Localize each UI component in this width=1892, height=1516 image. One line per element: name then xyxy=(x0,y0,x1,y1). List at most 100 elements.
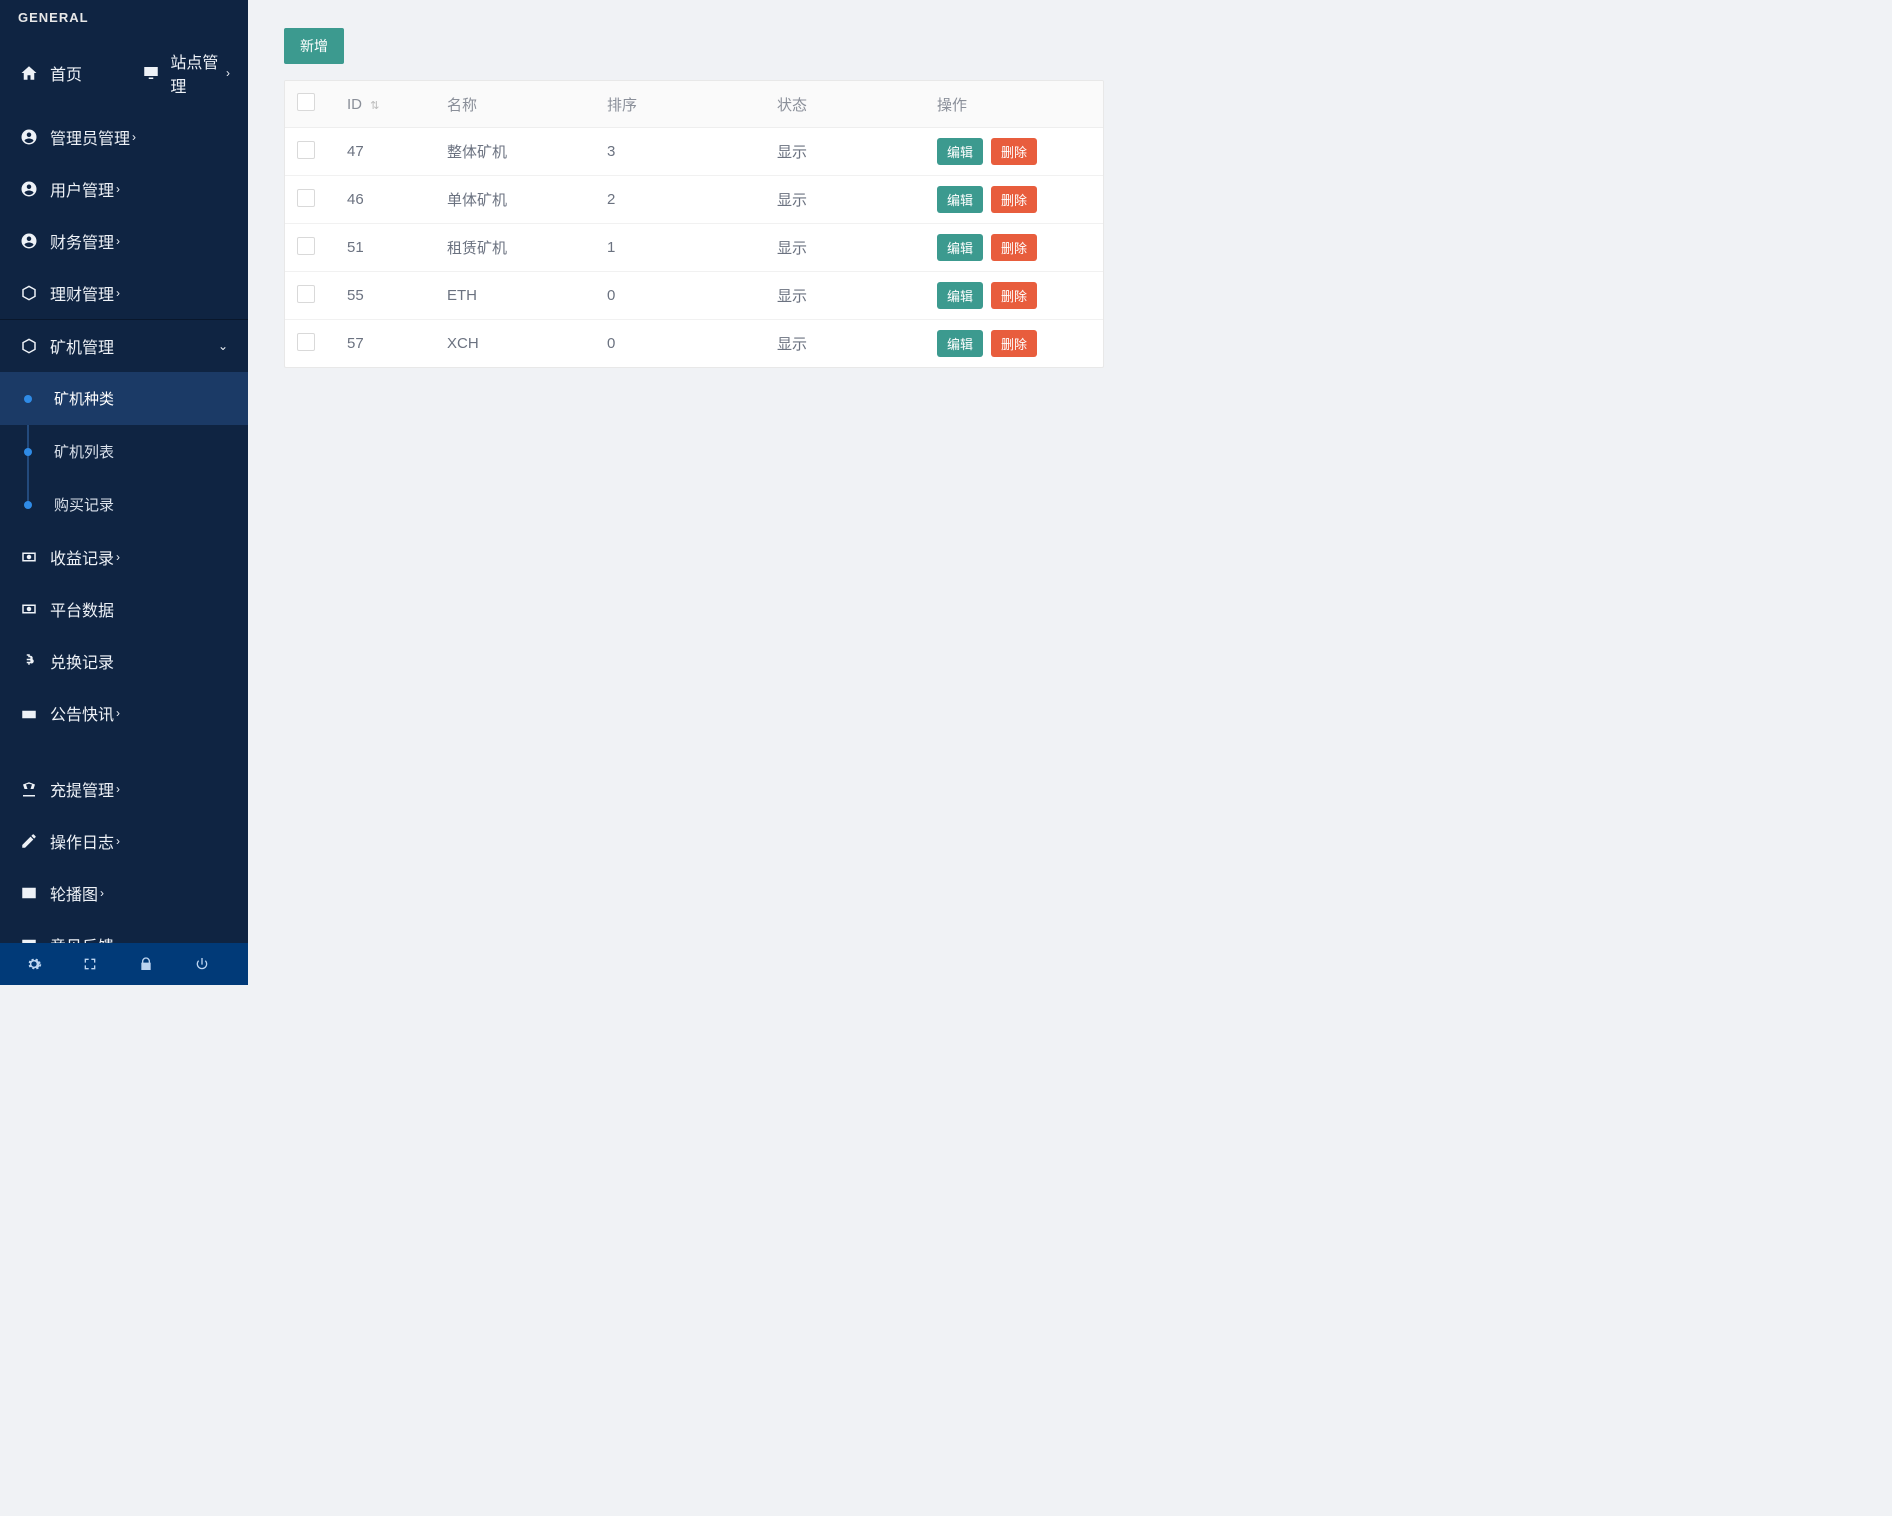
cell-ops: 编辑删除 xyxy=(925,224,1103,272)
cell-ops: 编辑删除 xyxy=(925,320,1103,368)
cell-id: 51 xyxy=(335,224,435,272)
chevron-right-icon: › xyxy=(132,130,136,144)
chevron-right-icon: › xyxy=(116,706,120,720)
cell-sort: 0 xyxy=(595,272,765,320)
cell-status: 显示 xyxy=(765,176,925,224)
th-status: 状态 xyxy=(765,81,925,128)
nav-mining-manage[interactable]: 矿机管理 ⌄ xyxy=(0,320,248,372)
cell-name: 单体矿机 xyxy=(435,176,595,224)
sidebar-subitem[interactable]: 购买记录 xyxy=(0,478,248,531)
chevron-right-icon: › xyxy=(116,182,120,196)
nav-home[interactable]: 首页 xyxy=(0,35,124,111)
nav-item[interactable]: 财务管理› xyxy=(0,215,248,267)
cell-ops: 编辑删除 xyxy=(925,272,1103,320)
sidebar-footer xyxy=(0,943,248,985)
cell-id: 46 xyxy=(335,176,435,224)
edit-button[interactable]: 编辑 xyxy=(937,234,983,261)
nav-item[interactable]: 充提管理› xyxy=(0,763,248,815)
delete-button[interactable]: 删除 xyxy=(991,330,1037,357)
chevron-right-icon: › xyxy=(100,886,104,900)
chevron-right-icon: › xyxy=(116,834,120,848)
cell-name: XCH xyxy=(435,320,595,368)
cell-status: 显示 xyxy=(765,128,925,176)
image-icon xyxy=(18,936,40,943)
nav-item[interactable]: 理财管理› xyxy=(0,267,248,319)
nav-item[interactable]: 管理员管理› xyxy=(0,111,248,163)
cell-id: 57 xyxy=(335,320,435,368)
cell-status: 显示 xyxy=(765,224,925,272)
power-icon[interactable] xyxy=(192,956,212,972)
delete-button[interactable]: 删除 xyxy=(991,186,1037,213)
sidebar-subitem[interactable]: 矿机列表 xyxy=(0,425,248,478)
table-row: 51租赁矿机1显示编辑删除 xyxy=(285,224,1103,272)
th-sort: 排序 xyxy=(595,81,765,128)
cell-name: ETH xyxy=(435,272,595,320)
lock-icon[interactable] xyxy=(136,956,156,972)
delete-button[interactable]: 删除 xyxy=(991,138,1037,165)
window-icon xyxy=(18,704,40,722)
mining-submenu: 矿机种类矿机列表购买记录 xyxy=(0,372,248,531)
nav-site-manage[interactable]: 站点管理 › xyxy=(124,35,248,111)
chevron-right-icon: › xyxy=(116,286,120,300)
nav-label: 用户管理 xyxy=(50,177,114,201)
nav-item[interactable]: 公告快讯› xyxy=(0,687,248,739)
row-checkbox[interactable] xyxy=(297,141,315,159)
image-icon xyxy=(18,884,40,902)
sort-icon: ⇅ xyxy=(370,100,379,112)
cell-name: 租赁矿机 xyxy=(435,224,595,272)
nav-item[interactable]: 操作日志› xyxy=(0,815,248,867)
th-name: 名称 xyxy=(435,81,595,128)
edit-button[interactable]: 编辑 xyxy=(937,138,983,165)
row-checkbox[interactable] xyxy=(297,237,315,255)
chevron-right-icon: › xyxy=(226,66,230,80)
table-row: 46单体矿机2显示编辑删除 xyxy=(285,176,1103,224)
sidebar-subitem[interactable]: 矿机种类 xyxy=(0,372,248,425)
nav-label: 站点管理 xyxy=(170,49,224,97)
cell-sort: 1 xyxy=(595,224,765,272)
user-circle-icon xyxy=(18,180,40,198)
cell-sort: 3 xyxy=(595,128,765,176)
table-row: 57XCH0显示编辑删除 xyxy=(285,320,1103,368)
cell-sort: 2 xyxy=(595,176,765,224)
edit-button[interactable]: 编辑 xyxy=(937,330,983,357)
row-checkbox[interactable] xyxy=(297,333,315,351)
nav-item[interactable]: 收益记录› xyxy=(0,531,248,583)
row-checkbox[interactable] xyxy=(297,189,315,207)
cell-name: 整体矿机 xyxy=(435,128,595,176)
table-row: 55ETH0显示编辑删除 xyxy=(285,272,1103,320)
user-circle-icon xyxy=(18,128,40,146)
delete-button[interactable]: 删除 xyxy=(991,282,1037,309)
cell-ops: 编辑删除 xyxy=(925,128,1103,176)
nav-item[interactable]: 兑换记录 xyxy=(0,635,248,687)
nav-label: 充提管理 xyxy=(50,777,114,801)
nav-label: 理财管理 xyxy=(50,281,114,305)
nav-item[interactable]: 意见反馈› xyxy=(0,919,248,943)
chevron-right-icon: › xyxy=(116,782,120,796)
nav-label: 收益记录 xyxy=(50,545,114,569)
nav-item[interactable]: 用户管理› xyxy=(0,163,248,215)
nav-label: 兑换记录 xyxy=(50,649,114,673)
nav-label: 操作日志 xyxy=(50,829,114,853)
nav-label: 矿机管理 xyxy=(50,334,114,358)
nav-label: 财务管理 xyxy=(50,229,114,253)
expand-icon[interactable] xyxy=(80,956,100,972)
add-button[interactable]: 新增 xyxy=(284,28,344,64)
select-all-checkbox[interactable] xyxy=(297,93,315,111)
cube-icon xyxy=(18,284,40,302)
nav-item[interactable]: 轮播图› xyxy=(0,867,248,919)
edit-button[interactable]: 编辑 xyxy=(937,282,983,309)
nav-item[interactable]: 平台数据 xyxy=(0,583,248,635)
sidebar: GENERAL 首页 站点管理 › 管理员管理›用户管理›财务管理›理财管理› … xyxy=(0,0,248,985)
table-row: 47整体矿机3显示编辑删除 xyxy=(285,128,1103,176)
data-table: ID ⇅ 名称 排序 状态 操作 47整体矿机3显示编辑删除46单体矿机2显示编… xyxy=(284,80,1104,368)
delete-button[interactable]: 删除 xyxy=(991,234,1037,261)
nav-label: 公告快讯 xyxy=(50,701,114,725)
nav-label: 首页 xyxy=(50,61,82,85)
edit-button[interactable]: 编辑 xyxy=(937,186,983,213)
th-id[interactable]: ID ⇅ xyxy=(335,81,435,128)
gear-icon[interactable] xyxy=(24,956,44,972)
money-icon xyxy=(18,600,40,618)
th-ops: 操作 xyxy=(925,81,1103,128)
row-checkbox[interactable] xyxy=(297,285,315,303)
money-icon xyxy=(18,548,40,566)
